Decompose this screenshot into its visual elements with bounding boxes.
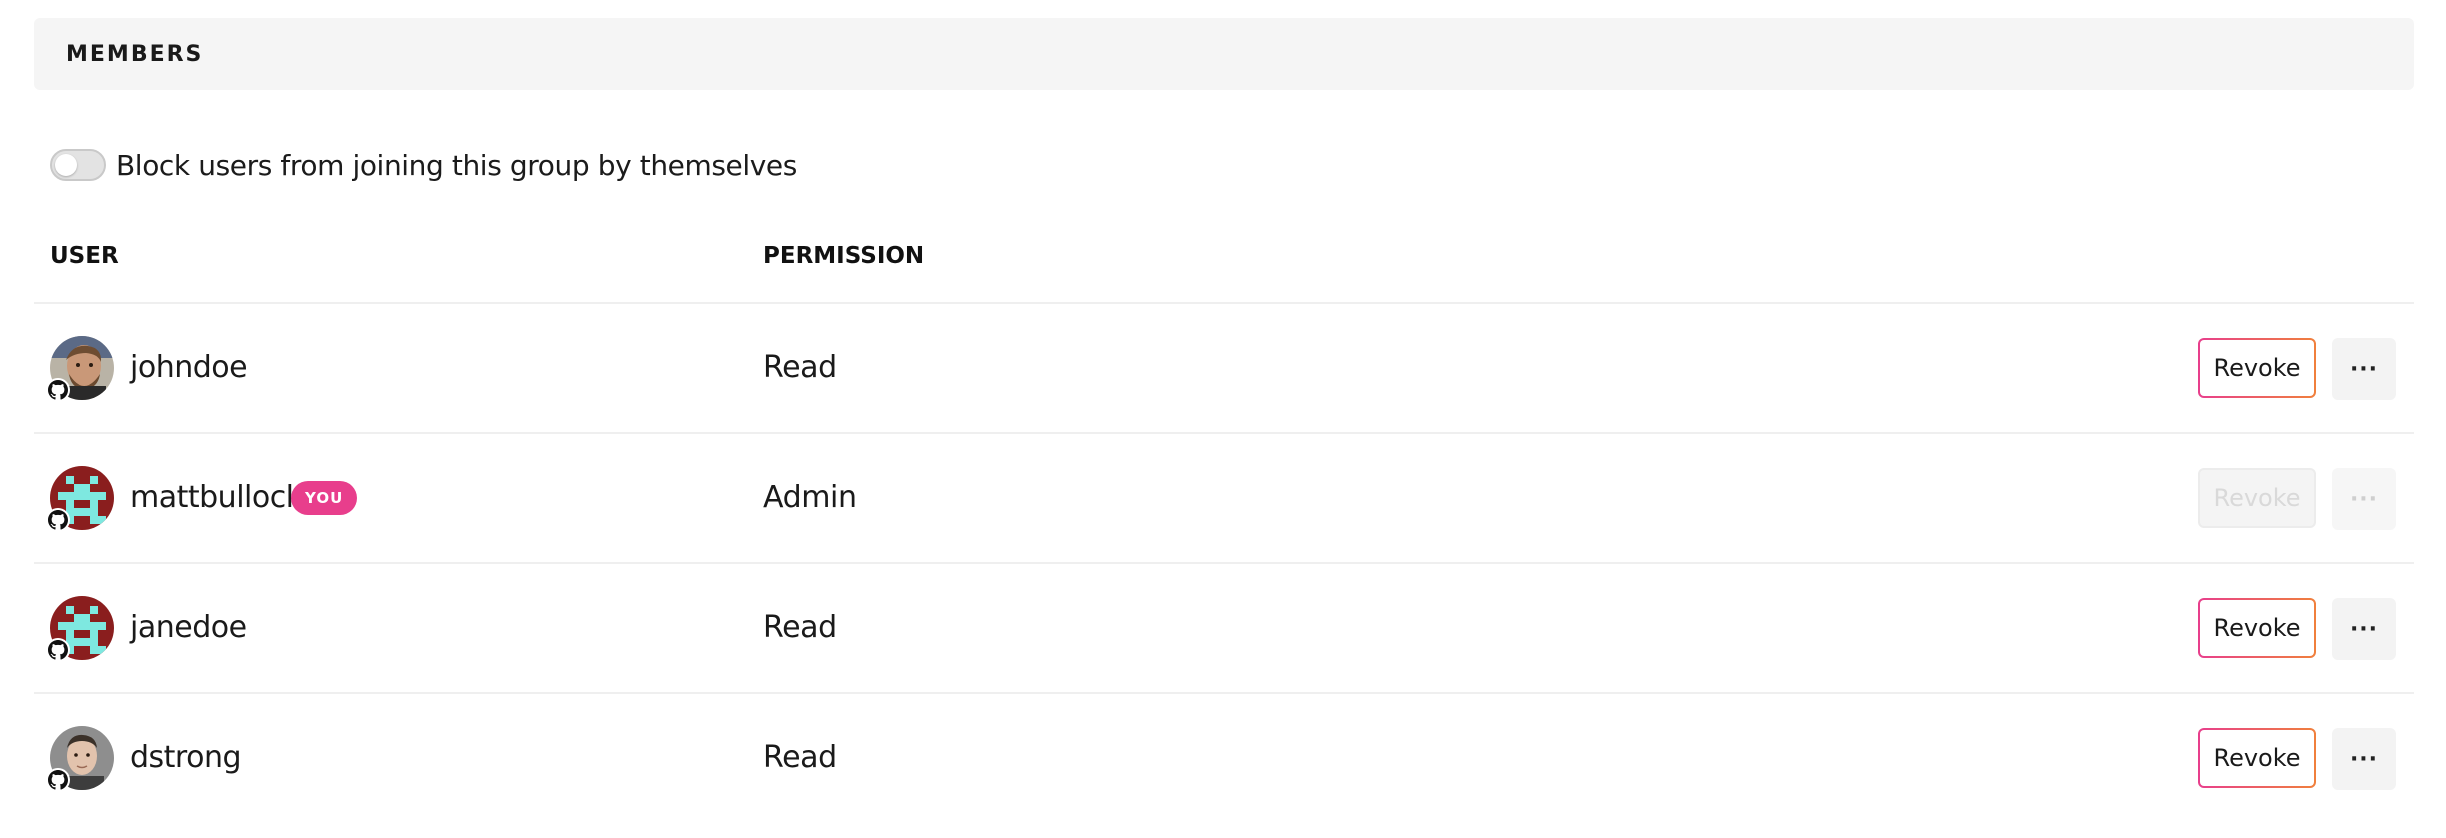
github-icon [46, 638, 70, 662]
more-options-button[interactable]: ··· [2332, 468, 2396, 530]
you-badge: YOU [291, 481, 358, 515]
more-options-button[interactable]: ··· [2332, 338, 2396, 400]
members-page: MEMBERS Block users from joining this gr… [0, 0, 2446, 838]
column-header-user: USER [50, 243, 119, 269]
github-icon [46, 768, 70, 792]
table-row: dstrong Read Revoke ··· [34, 692, 2414, 822]
github-icon [46, 508, 70, 532]
members-table: johndoe Read Revoke ··· mattbullock YOU … [34, 302, 2414, 822]
section-header: MEMBERS [34, 18, 2414, 90]
revoke-button[interactable]: Revoke [2198, 338, 2316, 398]
revoke-button[interactable]: Revoke [2198, 468, 2316, 528]
more-options-button[interactable]: ··· [2332, 728, 2396, 790]
section-title: MEMBERS [66, 41, 204, 67]
revoke-button[interactable]: Revoke [2198, 598, 2316, 658]
permission-value: Admin [763, 480, 857, 515]
table-row: johndoe Read Revoke ··· [34, 302, 2414, 432]
username: janedoe [130, 610, 247, 645]
column-header-permission: PERMISSION [763, 243, 925, 269]
permission-value: Read [763, 740, 837, 775]
table-row: mattbullock YOU Admin Revoke ··· [34, 432, 2414, 562]
github-icon [46, 378, 70, 402]
username: dstrong [130, 740, 242, 775]
permission-value: Read [763, 350, 837, 385]
revoke-button[interactable]: Revoke [2198, 728, 2316, 788]
permission-value: Read [763, 610, 837, 645]
block-self-join-label: Block users from joining this group by t… [116, 148, 797, 182]
more-options-button[interactable]: ··· [2332, 598, 2396, 660]
username: mattbullock [130, 480, 303, 515]
username: johndoe [130, 350, 248, 385]
toggle-knob [55, 154, 77, 176]
block-self-join-setting: Block users from joining this group by t… [50, 148, 797, 182]
block-self-join-toggle[interactable] [50, 149, 106, 181]
table-row: janedoe Read Revoke ··· [34, 562, 2414, 692]
